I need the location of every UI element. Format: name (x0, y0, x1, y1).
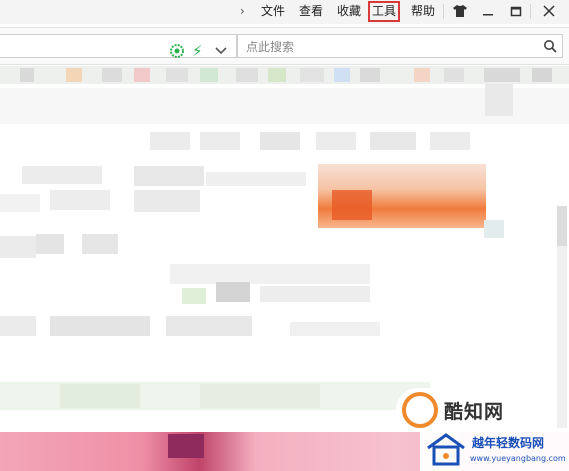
favorites-item[interactable] (360, 68, 380, 82)
divider (530, 4, 531, 19)
favorites-item[interactable] (102, 68, 122, 82)
minimize-button[interactable] (475, 0, 501, 22)
text-line (166, 316, 252, 336)
text-line (216, 282, 250, 302)
site-header-block (485, 84, 513, 116)
text-line (260, 286, 370, 302)
skin-button[interactable] (447, 0, 473, 22)
nav-tab[interactable] (200, 132, 240, 150)
lightning-icon[interactable]: ⚡ (192, 42, 203, 60)
menu-view[interactable]: 查看 (298, 4, 324, 19)
site-header (0, 88, 569, 124)
favorites-item[interactable] (300, 68, 324, 82)
favorites-item[interactable] (444, 68, 464, 82)
menu-help[interactable]: 帮助 (410, 4, 436, 19)
text-line (50, 190, 110, 210)
text-line (134, 166, 204, 186)
menu-file[interactable]: 文件 (260, 4, 286, 19)
chevron-down-icon[interactable] (214, 43, 228, 57)
text-line (170, 264, 370, 284)
text-line (182, 288, 206, 304)
skin-icon (453, 5, 467, 17)
nav-tab[interactable] (370, 132, 416, 150)
url-input[interactable]: ⚡ (0, 34, 237, 60)
text-line (0, 194, 40, 212)
search-input[interactable]: 点此搜索 (237, 34, 563, 58)
text-line (36, 234, 64, 254)
house-icon (427, 433, 465, 466)
watermark-logo-icon (402, 392, 438, 428)
maximize-button[interactable] (503, 0, 529, 22)
nav-tab[interactable] (316, 132, 356, 150)
menu-favorites[interactable]: 收藏 (336, 4, 362, 19)
favorites-item[interactable] (334, 68, 350, 82)
menu-expand-arrow[interactable]: › (240, 4, 245, 18)
menu-bar: › 文件 查看 收藏 工具 帮助 (0, 0, 569, 24)
favorites-item[interactable] (66, 68, 82, 82)
green-site-icon[interactable] (170, 44, 184, 58)
maximize-icon (510, 6, 522, 17)
side-block (484, 220, 504, 238)
text-line (0, 316, 36, 336)
watermark-logo: 酷知网 (396, 388, 546, 432)
bottom-banner-block (168, 434, 204, 458)
close-icon (543, 5, 555, 17)
nav-tab[interactable] (430, 132, 470, 150)
favorites-item[interactable] (200, 68, 218, 82)
menu-tools[interactable]: 工具 (367, 1, 401, 22)
favorites-item[interactable] (236, 68, 258, 82)
address-bar: ⚡ 点此搜索 (0, 27, 569, 65)
favorites-item[interactable] (484, 68, 520, 82)
favorites-item[interactable] (532, 68, 552, 82)
text-line (50, 316, 150, 336)
watermark-badge-text: 越年轻数码网 (472, 436, 545, 450)
content-row-block (60, 384, 140, 408)
nav-tab[interactable] (150, 132, 190, 150)
watermark-badge-url: www.yueyangbang.com (470, 454, 566, 463)
content-row-block (200, 384, 320, 408)
close-button[interactable] (536, 0, 562, 22)
text-line (0, 236, 36, 258)
search-placeholder: 点此搜索 (246, 40, 295, 54)
nav-tab[interactable] (260, 132, 300, 150)
text-line (22, 166, 102, 184)
watermark-badge: 越年轻数码网 www.yueyangbang.com (420, 428, 569, 471)
text-line (134, 190, 200, 212)
favorites-item[interactable] (166, 68, 188, 82)
favorites-item[interactable] (20, 68, 34, 82)
text-line (82, 234, 118, 254)
minimize-icon (483, 14, 493, 16)
scrollbar-thumb[interactable] (557, 206, 567, 246)
watermark-logo-text: 酷知网 (444, 400, 505, 423)
text-line (206, 172, 306, 186)
favorites-item[interactable] (268, 68, 286, 82)
favorites-item[interactable] (414, 68, 430, 82)
divider (443, 4, 444, 19)
favorites-item[interactable] (134, 68, 150, 82)
search-icon[interactable] (543, 39, 557, 53)
banner-ad-block (332, 190, 372, 220)
text-line (290, 322, 380, 336)
